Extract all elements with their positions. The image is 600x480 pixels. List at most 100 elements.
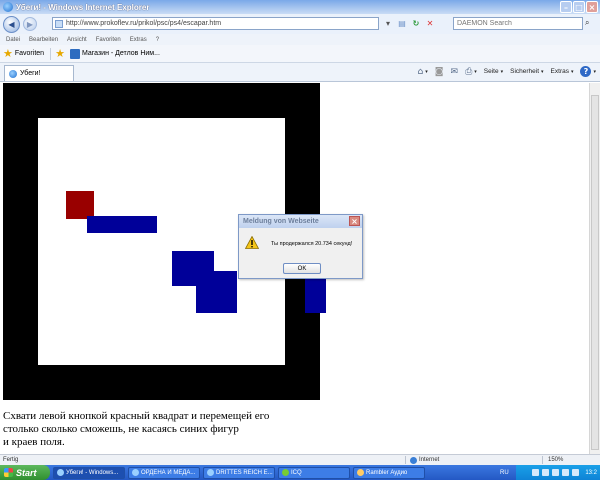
- zone-label: Internet: [419, 457, 440, 463]
- ie-icon: [3, 2, 13, 12]
- taskbar-button[interactable]: Убеги! - Windows...: [53, 466, 125, 479]
- menu-view[interactable]: Ansicht: [67, 37, 87, 43]
- stop-icon[interactable]: ✕: [425, 18, 435, 28]
- help-menu[interactable]: ? ▾: [580, 66, 596, 77]
- compatibility-icon[interactable]: ▤: [397, 18, 407, 28]
- taskbar-button-label: Rambler Аудио: [366, 469, 408, 476]
- favorite-site-icon: [69, 48, 80, 59]
- close-window-button[interactable]: ×: [586, 1, 598, 13]
- menu-file[interactable]: Datei: [6, 37, 20, 43]
- start-button[interactable]: Start: [0, 465, 50, 480]
- tools-menu[interactable]: Extras ▾: [551, 68, 574, 75]
- taskbar-button[interactable]: DRITTES REICH E...: [203, 466, 275, 479]
- vertical-scrollbar[interactable]: [589, 83, 600, 454]
- dialog-message: Ты продержался 20.734 секунд!: [271, 241, 353, 247]
- help-icon: ?: [580, 66, 592, 77]
- status-separator: [405, 456, 406, 464]
- language-indicator[interactable]: RU: [500, 470, 509, 476]
- windows-logo-icon: [4, 468, 13, 477]
- home-button[interactable]: ⌂ ▾: [418, 67, 428, 77]
- tab-label: Убеги!: [20, 70, 41, 77]
- tab-ie-icon: [9, 69, 17, 78]
- globe-icon: [410, 456, 417, 464]
- taskbar: Start Убеги! - Windows... ОРДЕНА И МЕДА.…: [0, 465, 600, 480]
- instruction-line: столько сколько сможешь, не касаясь сини…: [3, 423, 239, 435]
- window-title: Убеги! - Windows Internet Explorer: [16, 2, 150, 12]
- icq-icon: [282, 469, 289, 476]
- dropdown-icon[interactable]: ▾: [383, 18, 393, 28]
- mail-icon: ✉: [450, 66, 459, 77]
- favorite-link[interactable]: Магазин - Детлов Ним...: [69, 48, 160, 59]
- page-menu-label: Seite: [483, 68, 499, 75]
- favorites-star-icon: ★: [3, 47, 13, 60]
- ie-icon: [132, 469, 139, 476]
- red-square[interactable]: [66, 191, 94, 219]
- favorites-separator: [50, 47, 52, 60]
- audio-icon: [357, 469, 364, 476]
- address-field[interactable]: http://www.prokoflev.ru/prikol/psc/ps4/e…: [52, 17, 379, 30]
- security-menu[interactable]: Sicherheit ▾: [510, 68, 543, 75]
- clock: 13:2: [585, 469, 597, 476]
- window-title-bar[interactable]: Убеги! - Windows Internet Explorer – □ ×: [0, 0, 600, 14]
- feeds-button[interactable]: ◙: [435, 67, 444, 77]
- command-bar: ⌂ ▾ ◙ ✉ ⎙ ▾ Seite ▾ Sicherheit ▾ Extras ▾ ? ▾: [418, 66, 596, 77]
- dialog-close-button[interactable]: ×: [349, 216, 360, 226]
- tools-menu-label: Extras: [550, 68, 569, 75]
- taskbar-button-label: ОРДЕНА И МЕДА...: [141, 469, 196, 476]
- search-input[interactable]: [457, 20, 567, 27]
- search-box[interactable]: [453, 17, 583, 30]
- add-favorite-icon[interactable]: ★: [55, 47, 65, 60]
- home-icon: ⌂: [417, 66, 424, 77]
- search-icon[interactable]: ⌕: [585, 18, 596, 29]
- taskbar-button[interactable]: ICQ: [278, 466, 350, 479]
- maximize-button[interactable]: □: [573, 1, 585, 13]
- tray-icon[interactable]: [562, 469, 570, 476]
- favorites-label: Favoriten: [14, 50, 45, 57]
- zoom-level[interactable]: 150%: [548, 457, 563, 463]
- taskbar-button-label: ICQ: [291, 469, 302, 476]
- mail-button[interactable]: ✉: [451, 67, 459, 77]
- favorite-link-label: Магазин - Детлов Ним...: [81, 50, 160, 57]
- tab-row: Убеги! ⌂ ▾ ◙ ✉ ⎙ ▾ Seite ▾ Sicherheit ▾ Extr…: [0, 63, 600, 82]
- taskbar-button-label: Убеги! - Windows...: [66, 469, 119, 476]
- security-menu-label: Sicherheit: [510, 68, 540, 75]
- page-menu[interactable]: Seite ▾: [484, 68, 503, 75]
- menu-edit[interactable]: Bearbeiten: [29, 37, 58, 43]
- warning-icon: [245, 236, 259, 249]
- status-bar: Fertig Internet 150%: [0, 454, 600, 465]
- ok-button[interactable]: OK: [283, 263, 321, 274]
- taskbar-button-label: DRITTES REICH E...: [216, 469, 273, 476]
- tray-icon[interactable]: [542, 469, 550, 476]
- security-zone[interactable]: Internet: [410, 456, 440, 464]
- instruction-line: и краев поля.: [3, 436, 65, 448]
- alert-dialog: Meldung von Webseite × Ты продержался 20…: [238, 214, 363, 279]
- forward-button[interactable]: ▶: [23, 17, 37, 31]
- favorites-button[interactable]: ★ Favoriten: [3, 47, 44, 60]
- address-toolbar: ◀ ▶ http://www.prokoflev.ru/prikol/psc/p…: [0, 14, 600, 34]
- menu-tools[interactable]: Extras: [130, 37, 147, 43]
- print-button[interactable]: ⎙ ▾: [465, 67, 477, 77]
- taskbar-button[interactable]: ОРДЕНА И МЕДА...: [128, 466, 200, 479]
- tray-icon[interactable]: [532, 469, 540, 476]
- tab-escape[interactable]: Убеги!: [4, 65, 74, 81]
- minimize-button[interactable]: –: [560, 1, 572, 13]
- ie-icon: [207, 469, 214, 476]
- address-url: http://www.prokoflev.ru/prikol/psc/ps4/e…: [66, 20, 222, 27]
- instruction-line: Схвати левой кнопкой красный квадрат и п…: [3, 410, 270, 422]
- game-instructions: Схвати левой кнопкой красный квадрат и п…: [3, 410, 323, 449]
- refresh-icon[interactable]: ↻: [411, 18, 421, 28]
- dialog-title: Meldung von Webseite: [239, 215, 362, 228]
- menu-favorites[interactable]: Favoriten: [96, 37, 121, 43]
- blue-obstacle: [87, 216, 157, 233]
- ie-icon: [57, 469, 64, 476]
- back-button[interactable]: ◀: [3, 15, 20, 33]
- status-separator: [542, 456, 543, 464]
- taskbar-button[interactable]: Rambler Аудио: [353, 466, 425, 479]
- tray-icon[interactable]: [552, 469, 560, 476]
- blue-obstacle: [196, 271, 237, 313]
- scrollbar-thumb[interactable]: [591, 95, 599, 450]
- menu-help[interactable]: ?: [156, 37, 159, 43]
- favorites-bar: ★ Favoriten ★ Магазин - Детлов Ним...: [0, 45, 600, 63]
- tray-icon[interactable]: [572, 469, 580, 476]
- start-label: Start: [16, 467, 37, 478]
